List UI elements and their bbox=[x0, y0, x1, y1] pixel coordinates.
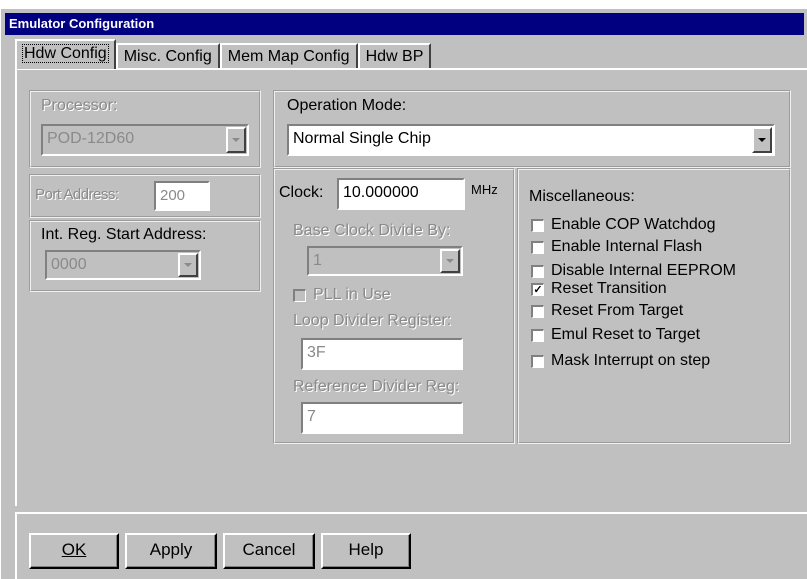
mask-interrupt-on-step-checkbox[interactable]: Mask Interrupt on step bbox=[531, 352, 710, 370]
int-reg-value: 0000 bbox=[51, 256, 87, 273]
enable-cop-watchdog-checkbox[interactable]: Enable COP Watchdog bbox=[531, 216, 716, 234]
checkbox-box bbox=[531, 328, 544, 342]
checkbox-box bbox=[293, 288, 306, 302]
clock-unit: MHz bbox=[471, 182, 498, 197]
checkbox-label: Mask Interrupt on step bbox=[551, 352, 711, 369]
button-bar: OK Apply Cancel Help bbox=[15, 512, 807, 579]
window-title: Emulator Configuration bbox=[5, 13, 804, 35]
base-divide-value: 1 bbox=[313, 252, 322, 269]
base-divide-label: Base Clock Divide By: bbox=[293, 222, 451, 239]
tab-label: Hdw Config bbox=[22, 44, 109, 63]
help-button-label: Help bbox=[348, 540, 384, 559]
checkbox-box bbox=[531, 240, 544, 254]
miscellaneous-group: Miscellaneous: Enable COP Watchdog Enabl… bbox=[517, 168, 791, 444]
ok-button-label: OK bbox=[61, 540, 87, 559]
int-reg-select[interactable]: 0000 bbox=[45, 250, 201, 280]
processor-select[interactable]: POD-12D60 bbox=[41, 124, 249, 156]
checkbox-label: Reset Transition bbox=[551, 280, 667, 297]
checkbox-label: Enable COP Watchdog bbox=[551, 216, 716, 233]
loop-divider-input[interactable]: 3F bbox=[301, 338, 463, 370]
operation-mode-value: Normal Single Chip bbox=[293, 130, 431, 147]
emulator-config-dialog: Emulator Configuration Hdw Config Misc. … bbox=[0, 8, 807, 579]
chevron-down-icon bbox=[184, 263, 192, 267]
miscellaneous-label: Miscellaneous: bbox=[529, 188, 635, 205]
clock-input[interactable]: 10.000000 bbox=[337, 178, 465, 210]
pll-in-use-checkbox[interactable]: PLL in Use bbox=[293, 286, 391, 304]
ref-divider-input[interactable]: 7 bbox=[301, 402, 463, 434]
int-reg-group: Int. Reg. Start Address: 0000 bbox=[29, 220, 261, 292]
base-divide-dropdown-button[interactable] bbox=[440, 249, 460, 273]
chevron-down-icon bbox=[446, 259, 454, 263]
port-address-input[interactable]: 200 bbox=[154, 181, 210, 211]
processor-group: Processor: POD-12D60 bbox=[29, 90, 261, 168]
operation-mode-dropdown-button[interactable] bbox=[752, 127, 772, 153]
reset-transition-checkbox[interactable]: ✓ Reset Transition bbox=[531, 280, 667, 298]
tab-hdw-config[interactable]: Hdw Config bbox=[15, 39, 116, 69]
pll-in-use-label: PLL in Use bbox=[313, 286, 391, 303]
int-reg-dropdown-button[interactable] bbox=[178, 253, 198, 277]
apply-button[interactable]: Apply bbox=[125, 533, 217, 569]
clock-group: Clock: 10.000000 MHz Base Clock Divide B… bbox=[273, 168, 515, 444]
apply-button-label: Apply bbox=[149, 540, 193, 559]
tab-hdw-bp[interactable]: Hdw BP bbox=[357, 43, 432, 69]
operation-mode-group: Operation Mode: Normal Single Chip bbox=[273, 90, 791, 168]
chevron-down-icon bbox=[232, 138, 240, 142]
checkbox-label: Enable Internal Flash bbox=[551, 238, 703, 255]
cancel-button[interactable]: Cancel bbox=[223, 533, 315, 569]
ok-button[interactable]: OK bbox=[29, 533, 119, 569]
checkbox-label: Disable Internal EEPROM bbox=[551, 262, 736, 279]
ref-divider-label: Reference Divider Reg: bbox=[293, 378, 460, 395]
port-address-group: Port Address: 200 bbox=[29, 174, 261, 218]
cancel-button-label: Cancel bbox=[242, 540, 296, 559]
int-reg-label: Int. Reg. Start Address: bbox=[41, 226, 207, 243]
checkbox-box bbox=[531, 218, 544, 232]
enable-internal-flash-checkbox[interactable]: Enable Internal Flash bbox=[531, 238, 702, 256]
checkbox-label: Reset From Target bbox=[551, 302, 684, 319]
processor-value: POD-12D60 bbox=[47, 130, 135, 147]
chevron-down-icon bbox=[758, 138, 766, 142]
emul-reset-to-target-checkbox[interactable]: Emul Reset to Target bbox=[531, 326, 700, 344]
operation-mode-label: Operation Mode: bbox=[287, 97, 407, 114]
reset-from-target-checkbox[interactable]: Reset From Target bbox=[531, 302, 683, 320]
check-mark-icon: ✓ bbox=[531, 282, 544, 296]
processor-label: Processor: bbox=[41, 97, 118, 114]
processor-dropdown-button[interactable] bbox=[226, 127, 246, 153]
hdw-config-panel: Processor: POD-12D60 Operation Mode: Nor… bbox=[15, 68, 807, 506]
checkbox-box bbox=[531, 304, 544, 318]
checkbox-box bbox=[531, 264, 544, 278]
operation-mode-select[interactable]: Normal Single Chip bbox=[287, 124, 775, 156]
help-button[interactable]: Help bbox=[321, 533, 411, 569]
checkbox-label: Emul Reset to Target bbox=[551, 326, 701, 343]
disable-internal-eeprom-checkbox[interactable]: Disable Internal EEPROM bbox=[531, 262, 736, 280]
port-address-label: Port Address: bbox=[35, 186, 119, 203]
clock-label: Clock: bbox=[279, 184, 324, 201]
checkbox-box bbox=[531, 354, 544, 368]
base-divide-select[interactable]: 1 bbox=[307, 246, 463, 276]
tab-misc-config[interactable]: Misc. Config bbox=[115, 43, 220, 69]
loop-divider-label: Loop Divider Register: bbox=[293, 312, 452, 329]
tab-mem-map-config[interactable]: Mem Map Config bbox=[219, 43, 358, 69]
tab-strip: Hdw Config Misc. Config Mem Map Config H… bbox=[15, 39, 432, 69]
